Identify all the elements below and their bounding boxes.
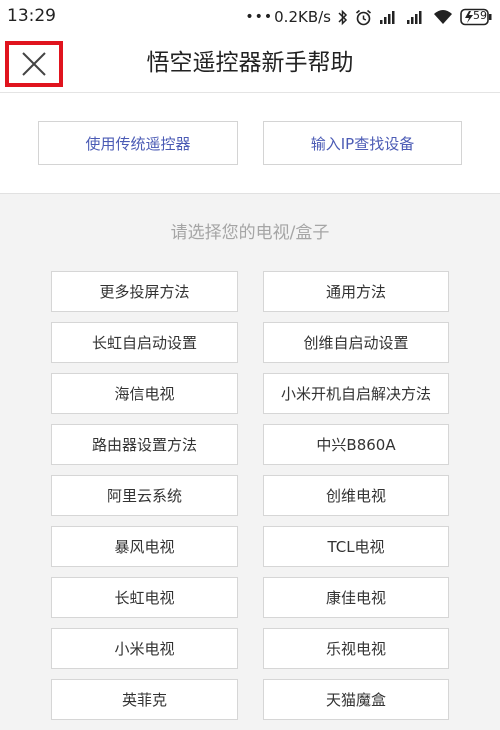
battery-level: 59 [473, 9, 487, 22]
options-row: 长虹自启动设置 创维自启动设置 [51, 322, 449, 373]
close-icon [22, 52, 46, 76]
options-row: 英菲克 天猫魔盒 [51, 679, 449, 730]
status-time: 13:29 [7, 6, 56, 26]
close-button[interactable] [5, 41, 63, 87]
signal-icon-2 [406, 10, 426, 25]
signal-icon-1 [379, 10, 399, 25]
page-title: 悟空遥控器新手帮助 [146, 50, 354, 76]
select-device-prompt: 请选择您的电视/盒子 [170, 223, 330, 243]
net-speed: 0.2KB/s [274, 8, 331, 26]
option-button[interactable]: 中兴B860A [263, 424, 449, 465]
option-button[interactable]: 创维自启动设置 [263, 322, 449, 363]
option-button[interactable]: 创维电视 [263, 475, 449, 516]
option-button[interactable]: 乐视电视 [263, 628, 449, 669]
options-row: 阿里云系统 创维电视 [51, 475, 449, 526]
alarm-icon [355, 9, 372, 26]
ip-search-button[interactable]: 输入IP查找设备 [263, 121, 462, 165]
more-dots-icon: ••• [245, 9, 274, 25]
options-row: 更多投屏方法 通用方法 [51, 271, 449, 322]
option-button[interactable]: 小米开机自启解决方法 [263, 373, 449, 414]
option-button[interactable]: 暴风电视 [51, 526, 238, 567]
option-button[interactable]: 海信电视 [51, 373, 238, 414]
top-actions: 使用传统遥控器 输入IP查找设备 [0, 93, 500, 194]
status-bar: 13:29 ••• 0.2KB/s 59 [0, 0, 500, 34]
option-button[interactable]: 天猫魔盒 [263, 679, 449, 720]
option-button[interactable]: 阿里云系统 [51, 475, 238, 516]
options-row: 小米电视 乐视电视 [51, 628, 449, 679]
option-button[interactable]: 长虹自启动设置 [51, 322, 238, 363]
option-button[interactable]: TCL电视 [263, 526, 449, 567]
header-bar: 悟空遥控器新手帮助 [0, 34, 500, 93]
option-button[interactable]: 小米电视 [51, 628, 238, 669]
options-row: 长虹电视 康佳电视 [51, 577, 449, 628]
option-button[interactable]: 英菲克 [51, 679, 238, 720]
wifi-icon [433, 9, 453, 25]
status-icons: ••• 0.2KB/s 59 [245, 6, 492, 28]
options-row: 路由器设置方法 中兴B860A [51, 424, 449, 475]
option-button[interactable]: 更多投屏方法 [51, 271, 238, 312]
options-row: 暴风电视 TCL电视 [51, 526, 449, 577]
traditional-remote-button[interactable]: 使用传统遥控器 [38, 121, 238, 165]
option-button[interactable]: 路由器设置方法 [51, 424, 238, 465]
option-button[interactable]: 康佳电视 [263, 577, 449, 618]
option-button[interactable]: 通用方法 [263, 271, 449, 312]
option-button[interactable]: 长虹电视 [51, 577, 238, 618]
bluetooth-icon [338, 9, 348, 26]
device-options-grid: 更多投屏方法 通用方法 长虹自启动设置 创维自启动设置 海信电视 小米开机自启解… [51, 271, 449, 730]
options-row: 海信电视 小米开机自启解决方法 [51, 373, 449, 424]
battery-icon: 59 [460, 8, 492, 26]
